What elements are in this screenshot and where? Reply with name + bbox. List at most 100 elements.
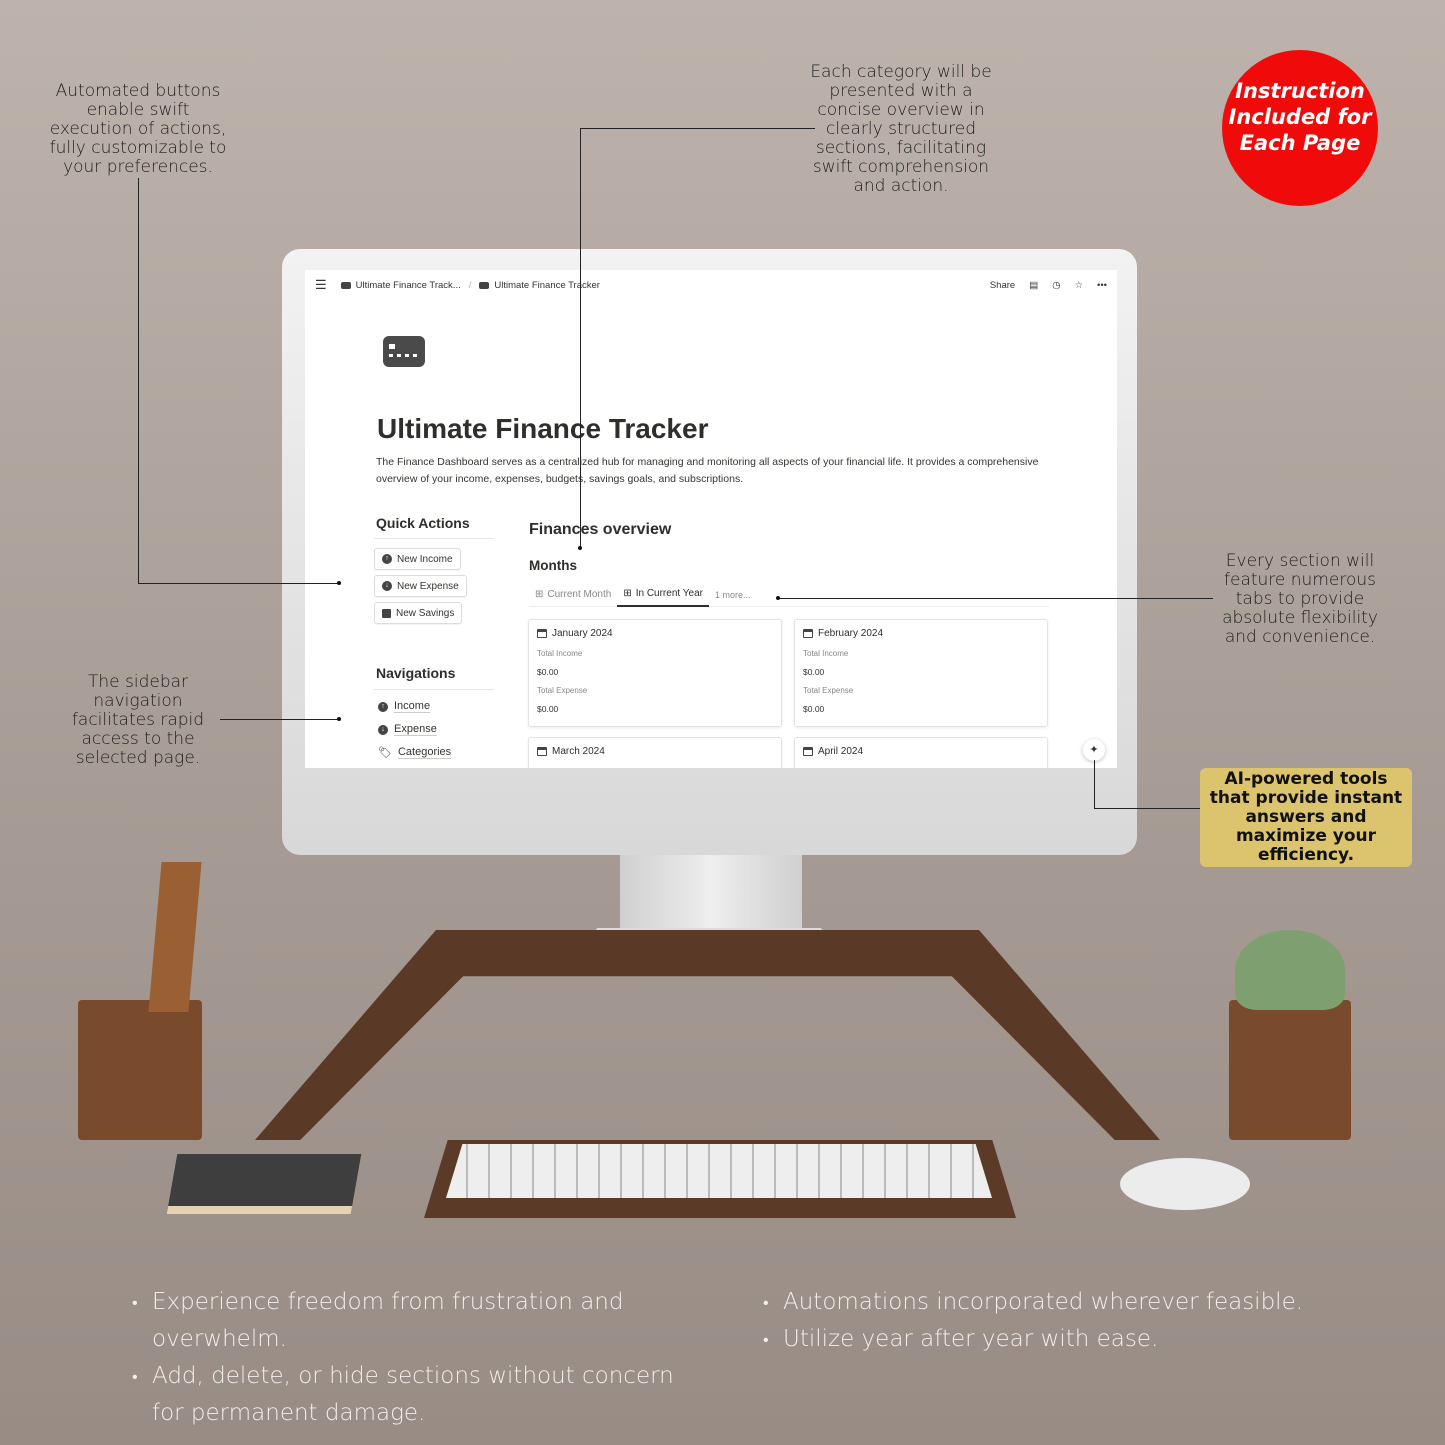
nav-label: Categories	[397, 746, 452, 759]
tab-more[interactable]: 1 more...	[709, 583, 757, 607]
callout-line	[580, 128, 581, 548]
calendar-icon	[803, 629, 813, 638]
callout-line	[1094, 808, 1200, 809]
page-title: Ultimate Finance Tracker	[377, 413, 709, 444]
arrow-up-icon: ↑	[382, 554, 392, 564]
navigations-heading: Navigations	[376, 665, 456, 681]
tab-label: In Current Year	[635, 588, 703, 599]
button-label: New Savings	[396, 607, 455, 619]
income-value: $0.00	[537, 667, 559, 677]
annotation-ai: AI-powered tools that provide instant an…	[1200, 768, 1412, 867]
succulent	[1235, 930, 1345, 1010]
breadcrumb-separator: /	[468, 279, 472, 291]
nav-label: Expense	[394, 723, 437, 736]
month-card[interactable]: January 2024 Total Income $0.00 Total Ex…	[528, 619, 782, 727]
callout-line	[580, 128, 815, 129]
ai-assistant-button[interactable]: ✦	[1083, 739, 1105, 761]
wooden-riser	[255, 930, 1160, 1140]
bullet-item: Experience freedom from frustration and …	[132, 1284, 712, 1358]
tab-in-current-year[interactable]: ⊞ In Current Year	[617, 583, 709, 607]
card-title: March 2024	[552, 746, 605, 757]
ruler	[148, 862, 202, 1012]
breadcrumb-item[interactable]: Ultimate Finance Tracker	[479, 280, 600, 291]
nav-expense[interactable]: ↓ Expense	[378, 723, 437, 736]
breadcrumb-label: Ultimate Finance Track...	[355, 279, 461, 291]
pen-holder	[78, 1000, 202, 1140]
arrow-up-icon: ↑	[378, 701, 388, 712]
bullet-list-left: Experience freedom from frustration and …	[132, 1284, 712, 1432]
month-card[interactable]: March 2024	[528, 737, 782, 768]
nav-income[interactable]: ↑ Income	[378, 700, 431, 713]
annotation-tabs: Every section will feature numerous tabs…	[1222, 551, 1378, 647]
button-label: New Expense	[397, 580, 459, 592]
nav-categories[interactable]: 🏷 Categories	[378, 746, 452, 759]
annotation-sidebar: The sidebar navigation facilitates rapid…	[71, 672, 205, 768]
tab-current-month[interactable]: ⊞ Current Month	[529, 583, 617, 607]
bullet-item: Utilize year after year with ease.	[763, 1321, 1323, 1358]
app-screen: ☰ Ultimate Finance Track... / Ultimate F…	[305, 270, 1117, 768]
callout-line	[1094, 760, 1095, 808]
tab-label: 1 more...	[714, 589, 751, 600]
gallery-icon: ⊞	[623, 588, 632, 599]
more-icon[interactable]: •••	[1097, 280, 1107, 291]
menu-icon[interactable]: ☰	[315, 277, 327, 293]
month-card[interactable]: February 2024 Total Income $0.00 Total E…	[794, 619, 1048, 727]
calendar-icon	[537, 629, 547, 638]
instruction-badge: Instruction Included for Each Page	[1222, 50, 1378, 206]
income-label: Total Income	[537, 649, 583, 658]
view-tabs: ⊞ Current Month ⊞ In Current Year 1 more..…	[529, 583, 1049, 607]
share-button[interactable]: Share	[990, 280, 1015, 291]
callout-dot	[776, 596, 780, 600]
page-icon	[340, 281, 351, 289]
callout-dot	[337, 717, 341, 721]
breadcrumb-item[interactable]: Ultimate Finance Track...	[340, 279, 461, 291]
monitor-stand-neck	[620, 850, 802, 932]
calendar-icon	[537, 747, 547, 756]
finances-overview-heading: Finances overview	[529, 521, 672, 538]
divider	[374, 689, 494, 690]
card-title: January 2024	[552, 628, 613, 639]
callout-line	[778, 598, 1213, 599]
expense-label: Total Expense	[537, 686, 588, 695]
new-income-button[interactable]: ↑ New Income	[374, 548, 461, 570]
comment-icon[interactable]: ▤	[1029, 280, 1038, 291]
tag-icon: 🏷	[378, 747, 392, 759]
callout-line	[138, 178, 139, 583]
callout-dot	[578, 546, 582, 550]
card-title: February 2024	[818, 628, 884, 639]
months-heading: Months	[529, 558, 577, 573]
new-expense-button[interactable]: ↓ New Expense	[374, 575, 467, 597]
star-icon[interactable]: ☆	[1074, 280, 1083, 291]
plant-pot	[1229, 1000, 1351, 1140]
top-bar: ☰ Ultimate Finance Track... / Ultimate F…	[305, 270, 1117, 300]
card-title: April 2024	[818, 746, 864, 757]
page-description: The Finance Dashboard serves as a centra…	[376, 456, 1039, 485]
quick-actions-heading: Quick Actions	[376, 515, 470, 531]
new-savings-button[interactable]: New Savings	[374, 602, 463, 624]
arrow-down-icon: ↓	[382, 581, 392, 591]
expense-label: Total Expense	[803, 686, 854, 695]
annotation-categories: Each category will be presented with a c…	[810, 62, 992, 196]
annotation-quick-actions: Automated buttons enable swift execution…	[49, 81, 227, 177]
callout-line	[220, 719, 340, 720]
keyboard-keys	[446, 1144, 992, 1198]
bullet-item: Automations incorporated wherever feasib…	[763, 1284, 1323, 1321]
callout-dot	[337, 581, 341, 585]
expense-value: $0.00	[803, 704, 825, 714]
page-icon	[479, 281, 490, 289]
bullet-item: Add, delete, or hide sections without co…	[132, 1358, 712, 1432]
month-card[interactable]: April 2024	[794, 737, 1048, 768]
bullet-list-right: Automations incorporated wherever feasib…	[763, 1284, 1323, 1358]
button-label: New Income	[397, 553, 453, 565]
nav-label: Income	[394, 700, 431, 713]
tab-label: Current Month	[547, 589, 612, 600]
mouse	[1120, 1158, 1250, 1210]
divider	[374, 538, 494, 539]
breadcrumb-label: Ultimate Finance Tracker	[494, 279, 600, 291]
arrow-down-icon: ↓	[378, 724, 388, 735]
clock-icon[interactable]: ◷	[1052, 280, 1060, 291]
calendar-icon	[803, 747, 813, 756]
page-icon-large	[383, 336, 425, 367]
income-label: Total Income	[803, 649, 849, 658]
callout-line	[138, 583, 339, 584]
